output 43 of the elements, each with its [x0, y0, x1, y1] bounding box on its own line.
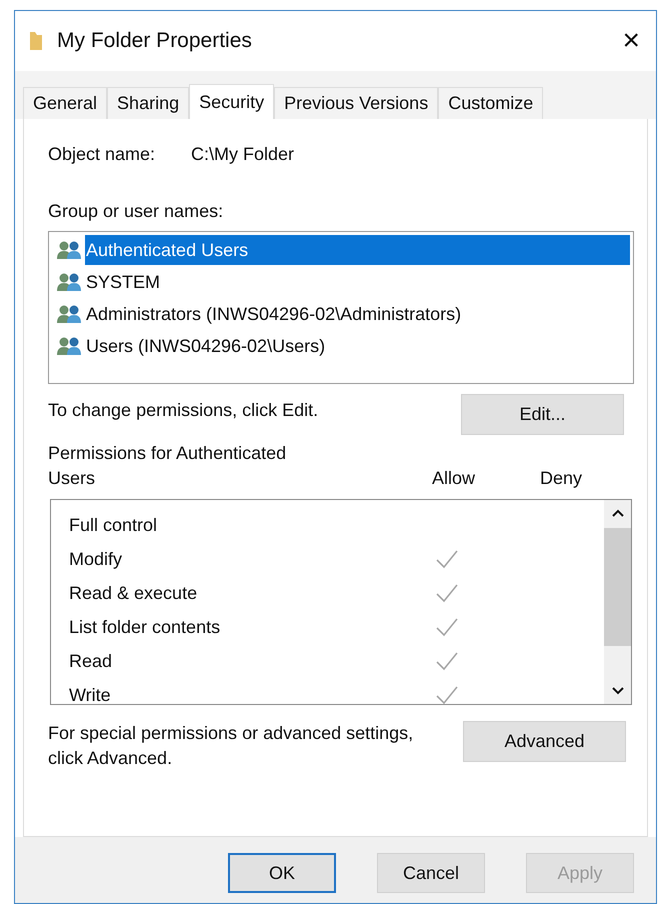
check-icon [435, 583, 459, 603]
scroll-down-icon[interactable] [610, 686, 624, 696]
object-name-value: C:\My Folder [191, 143, 294, 166]
group-list-item[interactable]: Authenticated Users [85, 235, 630, 265]
permission-name: Read [69, 650, 114, 672]
close-button[interactable]: × [622, 26, 640, 56]
group-list-item[interactable]: Administrators (INWS04296-02\Administrators) [85, 299, 462, 329]
folder-icon [29, 30, 43, 52]
scroll-up-icon[interactable] [610, 508, 624, 518]
permission-name: Full control [69, 514, 158, 536]
permissions-title: Permissions for Authenticated Users [48, 442, 288, 490]
permission-name: Read & execute [69, 582, 198, 604]
check-icon [435, 651, 459, 671]
window-title: My Folder Properties [57, 28, 252, 54]
advanced-button[interactable]: Advanced [463, 721, 626, 762]
tab[interactable]: Customize [438, 87, 544, 119]
object-name-label: Object name: [48, 143, 156, 166]
edit-button[interactable]: Edit... [461, 394, 624, 435]
advanced-hint: For special permissions or advanced settings, click Advanced. [48, 722, 414, 770]
scrollbar[interactable] [604, 500, 631, 704]
check-icon [435, 685, 459, 704]
permission-name: Write [69, 684, 112, 704]
scrollbar-thumb[interactable] [604, 528, 631, 646]
users-icon [57, 272, 83, 292]
users-icon [57, 336, 83, 356]
users-icon [57, 304, 83, 324]
tab[interactable]: General [23, 87, 108, 119]
check-icon [435, 617, 459, 637]
group-list-item[interactable]: Users (INWS04296-02\Users) [85, 331, 326, 361]
permission-name: List folder contents [69, 616, 222, 638]
allow-column-header: Allow [432, 467, 476, 490]
tab[interactable]: Previous Versions [274, 87, 438, 119]
group-list-item[interactable]: SYSTEM [85, 267, 162, 297]
dialog-button[interactable]: OK [228, 853, 336, 893]
group-list-label: Group or user names: [48, 200, 224, 223]
edit-hint: To change permissions, click Edit. [48, 399, 318, 422]
dialog-button[interactable]: Cancel [377, 853, 485, 893]
users-icon [57, 240, 83, 260]
deny-column-header: Deny [540, 467, 582, 490]
check-icon [435, 549, 459, 569]
tab[interactable]: Security [189, 84, 274, 120]
tab[interactable]: Sharing [107, 87, 190, 119]
permission-name: Modify [69, 548, 124, 571]
